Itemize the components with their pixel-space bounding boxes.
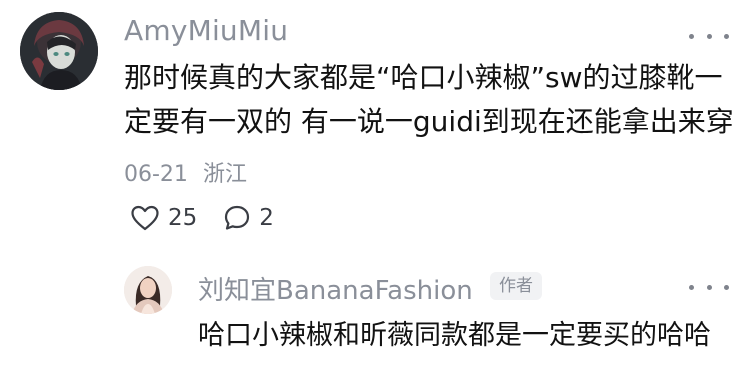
dot — [706, 284, 712, 290]
reply-author-username[interactable]: 刘知宜BananaFashion — [198, 270, 473, 307]
like-count: 25 — [168, 205, 198, 231]
author-badge: 作者 — [490, 272, 542, 300]
more-options-icon[interactable] — [689, 26, 729, 46]
heart-icon — [131, 205, 159, 231]
comment-location: 浙江 — [202, 162, 247, 187]
reply-button[interactable]: 2 — [223, 204, 274, 232]
comment-actions: 25 2 — [130, 204, 300, 232]
reply-text: 哈口小辣椒和昕薇同款都是一定要买的哈哈 — [198, 320, 711, 351]
avatar-illustration — [20, 12, 98, 90]
commenter-avatar[interactable] — [20, 12, 98, 90]
reply-author-avatar[interactable] — [124, 266, 172, 314]
comment-date: 06-21 — [124, 162, 188, 187]
reply-count: 2 — [259, 205, 274, 231]
dot — [706, 33, 712, 39]
dot — [689, 33, 694, 39]
reply-more-options-icon[interactable] — [689, 277, 729, 297]
comment-meta: 06-21 浙江 — [124, 156, 247, 188]
like-button[interactable]: 25 — [130, 204, 197, 232]
dot — [689, 284, 694, 290]
comment-text: 那时候真的大家都是“哈口小辣椒”sw的过膝靴一定要有一双的 有一说一guidi到… — [124, 61, 734, 138]
commenter-username[interactable]: AmyMiuMiu — [124, 14, 288, 47]
avatar-photo — [124, 266, 172, 314]
comment-bubble-icon — [225, 205, 250, 230]
dot — [724, 284, 729, 290]
dot — [724, 33, 729, 39]
